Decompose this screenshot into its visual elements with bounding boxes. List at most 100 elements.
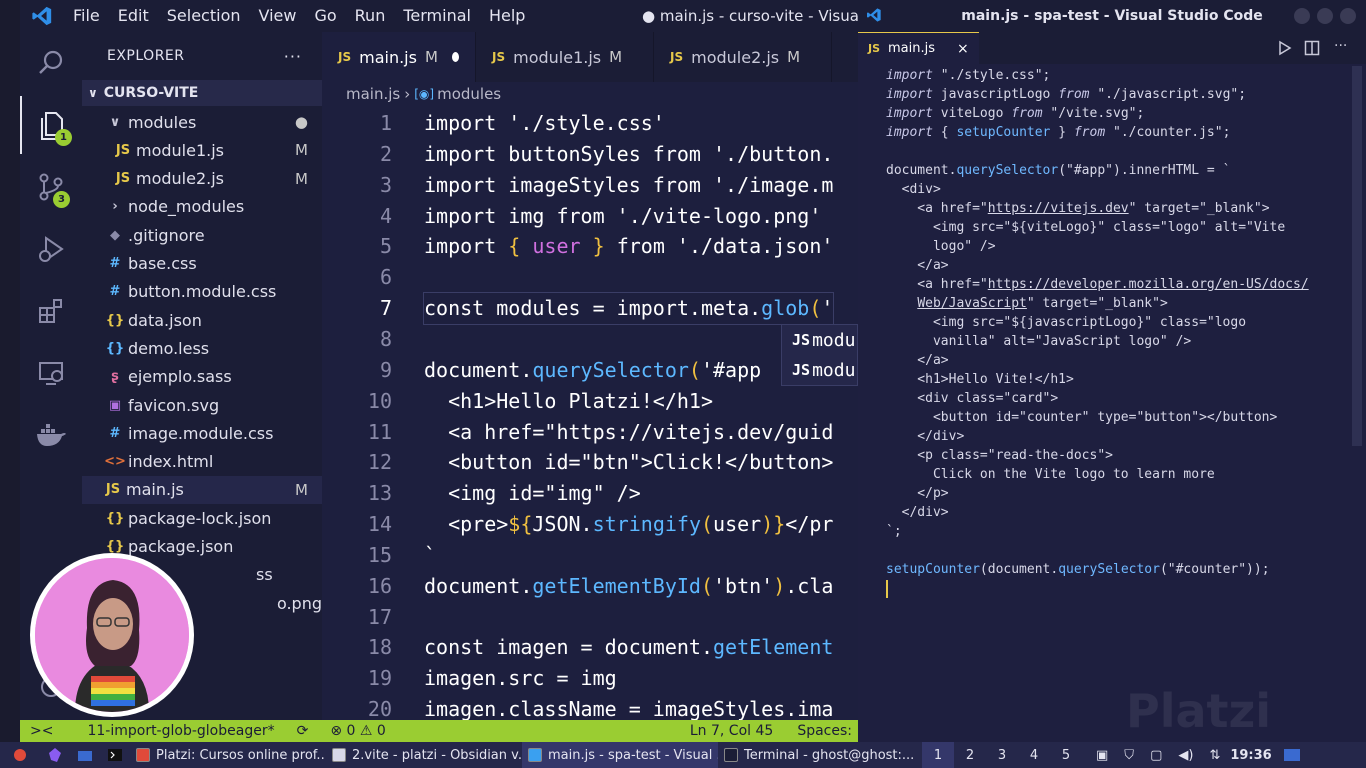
- code-line[interactable]: 6: [322, 262, 858, 293]
- file-item[interactable]: # button.module.css: [82, 278, 322, 306]
- code-line[interactable]: </div>: [886, 503, 949, 522]
- workspace-1[interactable]: 1: [922, 742, 954, 768]
- code-line[interactable]: 8: [322, 324, 858, 355]
- more-actions-icon[interactable]: ···: [1334, 38, 1347, 54]
- menu-run[interactable]: Run: [346, 0, 395, 32]
- files-launcher-icon[interactable]: [70, 742, 100, 768]
- indent-spaces[interactable]: Spaces:: [797, 723, 852, 739]
- file-item[interactable]: {} demo.less: [82, 334, 322, 362]
- sync-icon[interactable]: ⟳: [297, 723, 309, 739]
- autocomplete-item[interactable]: JS modu: [782, 355, 857, 385]
- code-line[interactable]: 4 import img from './vite-logo.png': [322, 201, 858, 232]
- code-line[interactable]: 17: [322, 602, 858, 633]
- workspace-5[interactable]: 5: [1050, 742, 1082, 768]
- code-line[interactable]: Web/JavaScript" target="_blank">: [886, 294, 1167, 313]
- git-branch[interactable]: 11-import-glob-globeager*: [87, 723, 274, 739]
- workspace-2[interactable]: 2: [954, 742, 986, 768]
- code-line[interactable]: 10 <h1>Hello Platzi!</h1>: [322, 386, 858, 417]
- explorer-icon[interactable]: 1: [20, 96, 82, 154]
- file-item[interactable]: JS module2.js M: [82, 165, 322, 193]
- code-line[interactable]: 14 <pre>${JSON.stringify(user)}</pr: [322, 509, 858, 540]
- code-line[interactable]: 13 <img id="img" />: [322, 478, 858, 509]
- code-line[interactable]: <a href="https://vitejs.dev" target="_bl…: [886, 199, 1269, 218]
- code-line[interactable]: vanilla" alt="JavaScript logo" />: [886, 332, 1191, 351]
- menu-terminal[interactable]: Terminal: [394, 0, 480, 32]
- autocomplete-item[interactable]: JS modu: [782, 325, 857, 355]
- obsidian-launcher-icon[interactable]: [40, 742, 70, 768]
- scrollbar[interactable]: [1352, 66, 1362, 446]
- tab-main-js[interactable]: JS main.js ×: [858, 32, 979, 64]
- code-line[interactable]: 12 <button id="btn">Click!</button>: [322, 447, 858, 478]
- file-item[interactable]: ◆ .gitignore: [82, 221, 322, 249]
- workspace-4[interactable]: 4: [1018, 742, 1050, 768]
- breadcrumb-symbol[interactable]: modules: [437, 85, 501, 103]
- window-icon[interactable]: ▢: [1150, 748, 1162, 763]
- file-item[interactable]: {} package-lock.json: [82, 504, 322, 532]
- docker-icon[interactable]: [20, 406, 82, 464]
- code-line[interactable]: 7 const modules = import.meta.glob(': [322, 292, 858, 326]
- close-tab-icon[interactable]: ×: [957, 41, 969, 57]
- tab-main-js[interactable]: JS main.js M: [322, 32, 476, 82]
- menu-file[interactable]: File: [64, 0, 109, 32]
- code-line[interactable]: <div>: [886, 180, 941, 199]
- split-editor-icon[interactable]: [1304, 40, 1320, 60]
- code-line[interactable]: <div class="card">: [886, 389, 1058, 408]
- volume-icon[interactable]: ◀): [1178, 748, 1193, 763]
- code-line[interactable]: 19 imagen.src = img: [322, 663, 858, 694]
- code-line[interactable]: 16 document.getElementById('btn').cla: [322, 571, 858, 602]
- code-line[interactable]: logo" />: [886, 237, 996, 256]
- code-line[interactable]: import "./style.css";: [886, 66, 1050, 85]
- code-line[interactable]: </p>: [886, 484, 948, 503]
- code-line[interactable]: 5 import { user } from './data.json': [322, 231, 858, 262]
- code-line[interactable]: </div>: [886, 427, 964, 446]
- file-item[interactable]: <> index.html: [82, 448, 322, 476]
- more-actions-icon[interactable]: ···: [284, 47, 302, 66]
- taskbar-window[interactable]: Terminal - ghost@ghost:...: [718, 742, 914, 768]
- show-desktop-icon[interactable]: [1283, 749, 1300, 761]
- taskbar-window[interactable]: 2.vite - platzi - Obsidian v...: [326, 742, 522, 768]
- source-control-icon[interactable]: 3: [20, 158, 82, 216]
- terminal-launcher-icon[interactable]: [100, 742, 130, 768]
- code-line[interactable]: 2 import buttonSyles from './button.: [322, 139, 858, 170]
- search-icon[interactable]: [20, 34, 82, 92]
- file-item[interactable]: # base.css: [82, 250, 322, 278]
- run-file-icon[interactable]: [1278, 40, 1292, 60]
- file-item[interactable]: # image.module.css: [82, 419, 322, 447]
- code-line[interactable]: 9 document.querySelector('#app: [322, 355, 858, 386]
- file-item[interactable]: {} data.json: [82, 306, 322, 334]
- code-line[interactable]: `;: [886, 522, 902, 541]
- tab-module2-js[interactable]: JS module2.js M: [654, 32, 832, 82]
- breadcrumb-file[interactable]: main.js: [346, 85, 400, 103]
- network-icon[interactable]: ⇅: [1209, 748, 1220, 763]
- file-item[interactable]: ▣ favicon.svg: [82, 391, 322, 419]
- code-line[interactable]: </a>: [886, 351, 948, 370]
- code-line[interactable]: document.querySelector("#app").innerHTML…: [886, 161, 1230, 180]
- file-item[interactable]: ʂ ejemplo.sass: [82, 363, 322, 391]
- code-line[interactable]: 1 import './style.css': [322, 108, 858, 139]
- file-item[interactable]: JS module1.js M: [82, 136, 322, 164]
- file-item[interactable]: › node_modules: [82, 193, 322, 221]
- app-menu-icon[interactable]: [0, 742, 40, 768]
- remote-indicator[interactable]: ><: [30, 723, 53, 739]
- minimize-button[interactable]: [1294, 8, 1310, 24]
- code-line[interactable]: </a>: [886, 256, 948, 275]
- code-line[interactable]: 18 const imagen = document.getElement: [322, 632, 858, 663]
- autocomplete-popup[interactable]: JS modu JS modu: [781, 324, 858, 386]
- code-line[interactable]: import javascriptLogo from "./javascript…: [886, 85, 1246, 104]
- project-folder[interactable]: ∨ CURSO-VITE: [82, 80, 322, 106]
- code-line[interactable]: 20 imagen.className = imageStyles.ima: [322, 694, 858, 720]
- code-line[interactable]: import viteLogo from "/vite.svg";: [886, 104, 1144, 123]
- code-line[interactable]: <a href="https://developer.mozilla.org/e…: [886, 275, 1308, 294]
- menu-selection[interactable]: Selection: [158, 0, 250, 32]
- remote-explorer-icon[interactable]: [20, 344, 82, 402]
- taskbar-window[interactable]: main.js - spa-test - Visual ...: [522, 742, 718, 768]
- menu-edit[interactable]: Edit: [109, 0, 158, 32]
- code-line[interactable]: setupCounter(document.querySelector("#co…: [886, 560, 1270, 579]
- file-item[interactable]: ∨ modules ●: [82, 108, 322, 136]
- clipboard-icon[interactable]: ▣: [1096, 748, 1108, 763]
- code-line[interactable]: Click on the Vite logo to learn more: [886, 465, 1215, 484]
- unsaved-dot-icon[interactable]: [451, 52, 459, 62]
- maximize-button[interactable]: [1317, 8, 1333, 24]
- run-debug-icon[interactable]: [20, 220, 82, 278]
- taskbar-window[interactable]: Platzi: Cursos online prof...: [130, 742, 326, 768]
